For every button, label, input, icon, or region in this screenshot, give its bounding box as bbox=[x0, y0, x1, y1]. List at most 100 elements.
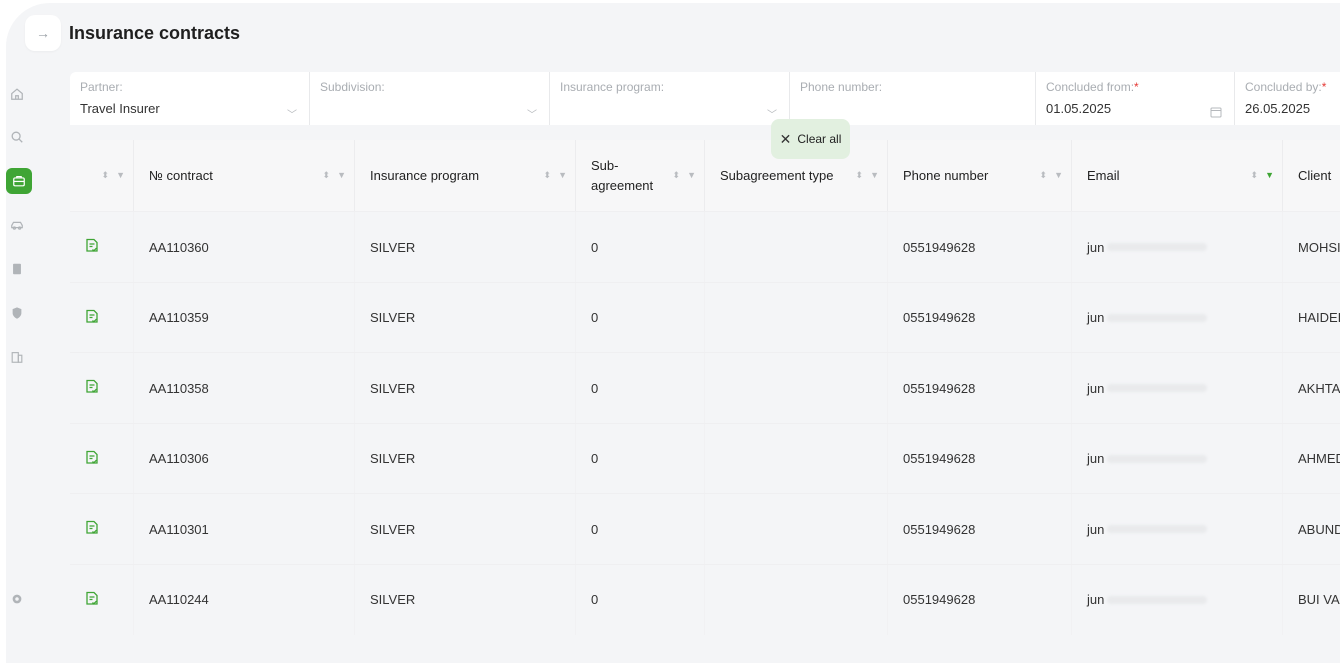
phone-number-filter[interactable]: Phone number: bbox=[790, 72, 1036, 125]
sidebar-item-organizations[interactable] bbox=[6, 344, 28, 370]
concluded-from-filter[interactable]: Concluded from:* 01.05.2025 bbox=[1036, 72, 1235, 125]
contract-document-icon[interactable] bbox=[85, 238, 99, 256]
phone-cell: 0551949628 bbox=[888, 353, 1072, 423]
phone-cell-text: 0551949628 bbox=[903, 451, 976, 466]
sidebar-item-vehicles[interactable] bbox=[6, 212, 28, 238]
row-action-cell bbox=[70, 564, 134, 635]
contract-cell-text: AA110358 bbox=[149, 380, 209, 396]
sidebar-collapse-button[interactable]: → bbox=[25, 15, 61, 51]
program-cell: SILVER bbox=[355, 282, 576, 353]
contract-document-icon[interactable] bbox=[85, 450, 99, 468]
filter-icon[interactable]: ▼ bbox=[1054, 170, 1063, 181]
column-contract-label: № contract bbox=[149, 168, 213, 183]
column-program[interactable]: Insurance program ⬍ ▼ bbox=[355, 140, 576, 211]
partner-filter[interactable]: Partner: Travel Insurer ﹀ bbox=[70, 72, 310, 125]
contract-cell-text: AA110244 bbox=[149, 592, 209, 607]
phone-cell-text: 0551949628 bbox=[903, 310, 976, 325]
calendar-icon[interactable] bbox=[1210, 105, 1222, 123]
subagreement-cell-text: 0 bbox=[591, 521, 599, 537]
concluded-by-filter[interactable]: Concluded by:* 26.05.2025 bbox=[1235, 72, 1340, 125]
clear-all-button[interactable]: ✕ Clear all bbox=[771, 119, 850, 159]
sort-icon[interactable]: ⬍ bbox=[1251, 170, 1259, 181]
contract-cell: AA110360 bbox=[134, 212, 355, 282]
subagreement-cell-text: 0 bbox=[591, 239, 599, 255]
column-email[interactable]: Email ⬍ ▼ bbox=[1072, 140, 1283, 211]
table-row[interactable]: AA110358 SILVER 0 0551949628 jun AKHTAI bbox=[70, 352, 1340, 423]
contract-cell: AA110244 bbox=[134, 564, 355, 635]
contract-document-icon[interactable] bbox=[85, 591, 99, 609]
filter-icon[interactable]: ▼ bbox=[337, 170, 346, 181]
car-icon bbox=[11, 221, 23, 230]
subagreement-cell-text: 0 bbox=[591, 310, 599, 325]
sidebar-item-search[interactable] bbox=[6, 124, 28, 150]
sidebar-item-contracts[interactable] bbox=[6, 168, 32, 194]
client-cell: ABUND bbox=[1283, 494, 1340, 564]
client-cell-text: AHMED bbox=[1298, 451, 1340, 466]
filter-bar: Partner: Travel Insurer ﹀ Subdivision: ﹀… bbox=[70, 72, 1340, 125]
program-cell-text: SILVER bbox=[370, 521, 416, 537]
contract-cell-text: AA110360 bbox=[149, 239, 209, 255]
email-cell-text: jun bbox=[1087, 239, 1105, 255]
filter-active-icon[interactable]: ▼ bbox=[1265, 170, 1274, 181]
redacted-email bbox=[1107, 525, 1208, 533]
chevron-down-icon: ﹀ bbox=[287, 110, 297, 121]
subagreement-cell-text: 0 bbox=[591, 451, 599, 466]
email-cell: jun bbox=[1072, 564, 1283, 635]
document-icon bbox=[13, 263, 21, 275]
table-row[interactable]: AA110359 SILVER 0 0551949628 jun HAIDER bbox=[70, 281, 1340, 353]
table-row[interactable]: AA110306 SILVER 0 0551949628 jun AHMED bbox=[70, 422, 1340, 494]
subdivision-filter-label: Subdivision: bbox=[320, 80, 385, 94]
sidebar-item-security[interactable] bbox=[6, 300, 28, 326]
contract-document-icon[interactable] bbox=[85, 379, 99, 397]
column-phone[interactable]: Phone number ⬍ ▼ bbox=[888, 140, 1072, 211]
table-row[interactable]: AA110360 SILVER 0 0551949628 jun MOHSI bbox=[70, 211, 1340, 282]
filter-icon[interactable]: ▼ bbox=[870, 170, 879, 181]
client-cell-text: MOHSI bbox=[1298, 239, 1340, 255]
column-client[interactable]: Client bbox=[1283, 140, 1340, 211]
program-cell: SILVER bbox=[355, 212, 576, 282]
subagreement-type-cell bbox=[705, 564, 888, 635]
partner-filter-label: Partner: bbox=[80, 80, 123, 94]
sort-icon[interactable]: ⬍ bbox=[673, 170, 681, 181]
phone-cell: 0551949628 bbox=[888, 212, 1072, 282]
insurance-program-filter[interactable]: Insurance program: ﹀ bbox=[550, 72, 790, 125]
email-cell-text: jun bbox=[1087, 380, 1105, 396]
sort-icon[interactable]: ⬍ bbox=[544, 170, 552, 181]
column-contract[interactable]: № contract ⬍ ▼ bbox=[134, 140, 355, 211]
program-cell-text: SILVER bbox=[370, 310, 416, 325]
table-row[interactable]: AA110244 SILVER 0 0551949628 jun BUI VA bbox=[70, 563, 1340, 635]
redacted-email bbox=[1107, 243, 1208, 251]
subagreement-cell-text: 0 bbox=[591, 592, 599, 607]
column-actions: ⬍ ▼ bbox=[70, 140, 134, 211]
page-frame: → Insurance contracts Partner: Travel In… bbox=[0, 0, 1340, 663]
filter-icon[interactable]: ▼ bbox=[116, 170, 125, 181]
sort-icon[interactable]: ⬍ bbox=[856, 170, 864, 181]
column-subagreement[interactable]: Sub-agreement ⬍ ▼ bbox=[576, 140, 705, 211]
subagreement-type-cell bbox=[705, 494, 888, 564]
program-cell: SILVER bbox=[355, 494, 576, 564]
table-row[interactable]: AA110301 SILVER 0 0551949628 jun ABUND bbox=[70, 493, 1340, 564]
contract-document-icon[interactable] bbox=[85, 520, 99, 538]
row-action-cell bbox=[70, 353, 134, 423]
sidebar-item-settings[interactable] bbox=[6, 586, 28, 612]
program-cell-text: SILVER bbox=[370, 380, 416, 396]
client-cell: HAIDER bbox=[1283, 283, 1340, 353]
filter-icon[interactable]: ▼ bbox=[687, 170, 696, 181]
client-cell: MOHSI bbox=[1283, 212, 1340, 282]
column-client-label: Client bbox=[1298, 168, 1332, 183]
phone-cell-text: 0551949628 bbox=[903, 380, 976, 396]
subdivision-filter[interactable]: Subdivision: ﹀ bbox=[310, 72, 550, 125]
filter-icon[interactable]: ▼ bbox=[558, 170, 567, 181]
concluded-from-label: Concluded from:* bbox=[1046, 80, 1139, 94]
sort-icon[interactable]: ⬍ bbox=[1040, 170, 1048, 181]
client-cell-text: ABUND bbox=[1298, 521, 1340, 537]
contract-document-icon[interactable] bbox=[85, 309, 99, 327]
program-cell: SILVER bbox=[355, 353, 576, 423]
phone-cell: 0551949628 bbox=[888, 423, 1072, 494]
sidebar-item-documents[interactable] bbox=[6, 256, 28, 282]
sidebar-item-home[interactable] bbox=[6, 81, 28, 107]
sort-icon[interactable]: ⬍ bbox=[323, 170, 331, 181]
sort-icon[interactable]: ⬍ bbox=[102, 170, 110, 181]
search-icon bbox=[11, 131, 23, 143]
concluded-by-label: Concluded by:* bbox=[1245, 80, 1327, 94]
